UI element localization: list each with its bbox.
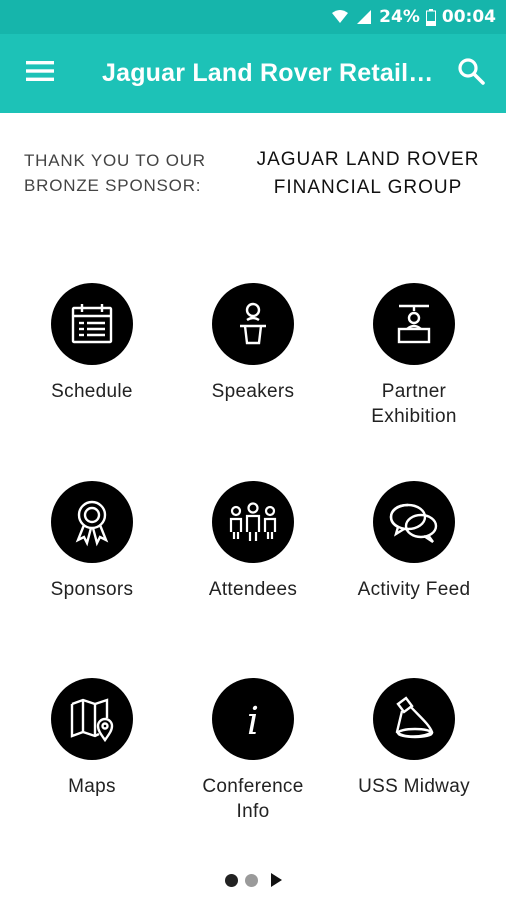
tile-label: Speakers <box>211 381 295 402</box>
tile-label: USS Midway <box>358 776 470 797</box>
award-ribbon-icon <box>51 481 133 563</box>
tile-speakers[interactable]: Speakers <box>173 283 333 404</box>
sponsor-name: JAGUAR LAND ROVER FINANCIAL GROUP <box>256 149 480 198</box>
tile-sponsors[interactable]: Sponsors <box>12 481 172 602</box>
next-page-arrow-icon[interactable] <box>270 873 282 887</box>
sponsor-lead-text: THANK YOU TO OUR BRONZE SPONSOR: <box>24 151 206 195</box>
tile-label: Activity Feed <box>357 579 471 600</box>
tile-uss-midway[interactable]: USS Midway <box>334 678 494 799</box>
exhibition-booth-icon <box>373 283 455 365</box>
chat-bubbles-icon <box>373 481 455 563</box>
info-icon: i <box>212 678 294 760</box>
speaker-podium-icon <box>212 283 294 365</box>
sponsor-banner[interactable]: THANK YOU TO OUR BRONZE SPONSOR: JAGUAR … <box>0 140 506 210</box>
tile-conference-info[interactable]: i Conference Info <box>173 678 333 824</box>
app-title: Jaguar Land Rover Retailer Conference <box>102 59 436 87</box>
tile-label: Sponsors <box>50 579 134 600</box>
search-button[interactable] <box>436 34 506 113</box>
tile-label: Partner Exhibition <box>371 381 457 427</box>
calendar-icon <box>51 283 133 365</box>
wifi-icon <box>331 9 349 25</box>
tile-attendees[interactable]: Attendees <box>173 481 333 602</box>
tile-maps[interactable]: Maps <box>12 678 172 799</box>
page-indicator <box>0 870 506 890</box>
tile-label: Conference Info <box>202 776 304 822</box>
battery-percent: 24% <box>379 7 420 27</box>
hamburger-menu-icon <box>26 60 54 87</box>
tile-activity-feed[interactable]: Activity Feed <box>334 481 494 602</box>
tile-partner-exhibition[interactable]: Partner Exhibition <box>334 283 494 429</box>
clock: 00:04 <box>441 7 496 27</box>
tile-schedule[interactable]: Schedule <box>12 283 172 404</box>
tile-label: Attendees <box>208 579 298 600</box>
map-pin-icon <box>51 678 133 760</box>
people-group-icon <box>212 481 294 563</box>
search-icon <box>457 57 485 90</box>
svg-text:i: i <box>247 699 259 743</box>
page-dot[interactable] <box>244 873 258 887</box>
menu-button[interactable] <box>0 34 80 113</box>
battery-icon <box>425 8 436 26</box>
spotlight-icon <box>373 678 455 760</box>
signal-icon <box>355 9 373 25</box>
page-dot-active[interactable] <box>224 873 238 887</box>
tile-label: Schedule <box>51 381 133 402</box>
app-bar: Jaguar Land Rover Retailer Conference <box>0 34 506 113</box>
status-bar: 24% 00:04 <box>0 0 506 34</box>
tile-label: Maps <box>68 776 116 797</box>
